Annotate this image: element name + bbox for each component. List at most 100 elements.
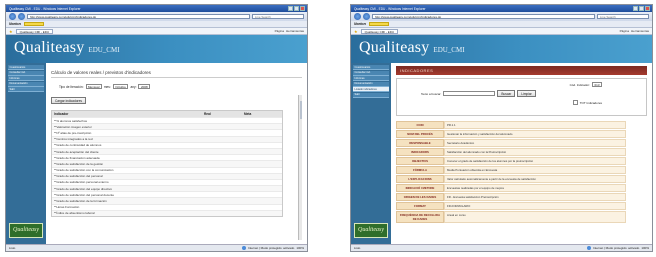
zoom-level[interactable]: 100% (641, 246, 649, 250)
goal-value-cell[interactable] (244, 187, 282, 191)
real-value-cell[interactable] (204, 187, 244, 191)
text-search-input[interactable] (443, 91, 496, 96)
code-select[interactable]: 013 (591, 82, 602, 87)
sidebar-item-exit[interactable]: Salir (353, 92, 389, 98)
clear-button[interactable]: Limpiar (517, 90, 536, 97)
real-value-cell[interactable] (204, 168, 244, 172)
goal-value-cell[interactable] (244, 119, 282, 123)
goal-value-cell[interactable] (244, 211, 282, 215)
real-value-cell[interactable] (204, 119, 244, 123)
table-row[interactable]: **% alumnos satisfechos (52, 117, 282, 123)
vertical-scrollbar[interactable] (298, 95, 302, 240)
table-row[interactable]: **Centros integrados a la red (52, 135, 282, 142)
forward-icon[interactable] (363, 13, 370, 20)
real-value-cell[interactable] (204, 199, 244, 203)
url-input[interactable]: http://www.qualiteasy.com/edu/cmi/indica… (27, 13, 250, 20)
goal-value-cell[interactable] (244, 125, 282, 129)
load-indicators-button[interactable]: Cargar indicadores (51, 97, 86, 104)
table-row[interactable]: **Grado de satisfacción de la gestión (52, 160, 282, 167)
favorites-star-icon[interactable]: ★ (354, 29, 358, 34)
cmd-page[interactable]: Página (620, 29, 629, 33)
goal-value-cell[interactable] (244, 205, 282, 209)
real-value-cell[interactable] (204, 193, 244, 197)
year-input[interactable]: 2008 (138, 84, 151, 89)
favorites-star-icon[interactable]: ★ (9, 29, 13, 34)
iteration-type-select[interactable]: Mensual (85, 84, 102, 89)
sidebar-item-documentation[interactable]: Documentación (353, 81, 389, 87)
real-value-cell[interactable] (204, 162, 244, 166)
table-row[interactable]: **Nº altas de pre-inscripción (52, 129, 282, 135)
scrollbar-thumb[interactable] (299, 101, 302, 119)
close-button[interactable] (645, 6, 650, 11)
sidebar-item-documentation[interactable]: Documentación (8, 81, 44, 87)
all-indicators-checkbox[interactable] (572, 100, 578, 105)
real-value-cell[interactable] (204, 174, 244, 178)
goal-value-cell[interactable] (244, 137, 282, 141)
sidebar-item-reports[interactable]: Informes (353, 76, 389, 81)
minimize-button[interactable] (633, 6, 638, 11)
maximize-button[interactable] (294, 6, 299, 11)
table-row[interactable]: **Grado de satisfacción del personal doc… (52, 191, 282, 197)
goal-value-cell[interactable] (244, 150, 282, 154)
goal-value-cell[interactable] (244, 193, 282, 197)
table-row[interactable]: **Grado de satisfacción del equipo direc… (52, 185, 282, 192)
real-value-cell[interactable] (204, 143, 244, 147)
cmd-tools[interactable]: Herramientas (286, 29, 304, 33)
sidebar-item-reports[interactable]: Informes (8, 76, 44, 81)
goal-value-cell[interactable] (244, 143, 282, 147)
real-value-cell[interactable] (204, 205, 244, 209)
sidebar-item-query-indicators[interactable]: Consultar ind. (8, 70, 44, 76)
table-row[interactable]: **Grado de satisfacción de la formación (52, 197, 282, 204)
table-row[interactable]: **Valoración imagen exterior (52, 123, 282, 130)
real-value-cell[interactable] (204, 150, 244, 154)
table-row[interactable]: **Grado de financiación adecuada (52, 154, 282, 160)
tab-qualiteasy[interactable]: Qualiteasy CMI - EDU (360, 28, 399, 34)
table-row[interactable]: **Horas Formación (52, 203, 282, 210)
goal-value-cell[interactable] (244, 168, 282, 172)
sidebar-item-questionnaires[interactable]: Cuestionarios (353, 65, 389, 70)
table-row[interactable]: **Grado de satisfacción personal externo (52, 178, 282, 185)
goal-value-cell[interactable] (244, 199, 282, 203)
search-input[interactable]: Live Search (252, 13, 304, 20)
back-icon[interactable] (354, 13, 361, 20)
goal-value-cell[interactable] (244, 180, 282, 184)
norton-toolbar: Norton (6, 21, 307, 28)
app-brand: Qualiteasy (359, 39, 430, 56)
page-title: Cálculo de valores reales / previstos d'… (51, 70, 302, 78)
goal-value-cell[interactable] (244, 156, 282, 160)
real-value-cell[interactable] (204, 125, 244, 129)
search-input[interactable]: Live Search (597, 13, 649, 20)
close-button[interactable] (300, 6, 305, 11)
table-row[interactable]: **Índice de absentismo laboral (52, 209, 282, 216)
tab-qualiteasy[interactable]: Qualiteasy CMI - EDU (15, 28, 54, 34)
table-row[interactable]: **Grado de satisfacción del personal (52, 172, 282, 179)
cmd-page[interactable]: Página (275, 29, 284, 33)
real-value-cell[interactable] (204, 156, 244, 160)
zoom-level[interactable]: 100% (296, 246, 304, 250)
maximize-button[interactable] (639, 6, 644, 11)
sidebar-item-questionnaires[interactable]: Cuestionarios (8, 65, 44, 70)
norton-safe-icon[interactable] (368, 22, 389, 26)
forward-icon[interactable] (18, 13, 25, 20)
sidebar-item-query-indicators[interactable]: Consultar ind. (353, 70, 389, 76)
minimize-button[interactable] (288, 6, 293, 11)
search-button[interactable]: Buscar (497, 90, 516, 97)
url-input[interactable]: http://www.qualiteasy.com/edu/cmi/indica… (372, 13, 595, 20)
sidebar-item-indicator-list[interactable]: Listado indicadores (353, 87, 389, 92)
norton-safe-icon[interactable] (23, 22, 44, 26)
real-value-cell[interactable] (204, 137, 244, 141)
sidebar-item-exit[interactable]: Salir (8, 87, 44, 92)
table-row[interactable]: **Grado de aceptación del cliente (52, 147, 282, 155)
cmd-tools[interactable]: Herramientas (631, 29, 649, 33)
real-value-cell[interactable] (204, 211, 244, 215)
goal-value-cell[interactable] (244, 131, 282, 135)
table-row[interactable]: **Grado de continuidad de alumnos (52, 141, 282, 148)
real-value-cell[interactable] (204, 180, 244, 184)
detail-value: Anual en curso (444, 211, 626, 223)
table-row[interactable]: **Grado de satisfacción con la comunicac… (52, 166, 282, 173)
goal-value-cell[interactable] (244, 162, 282, 166)
real-value-cell[interactable] (204, 131, 244, 135)
goal-value-cell[interactable] (244, 174, 282, 178)
back-icon[interactable] (9, 13, 16, 20)
month-select[interactable]: Octubre (112, 84, 129, 89)
